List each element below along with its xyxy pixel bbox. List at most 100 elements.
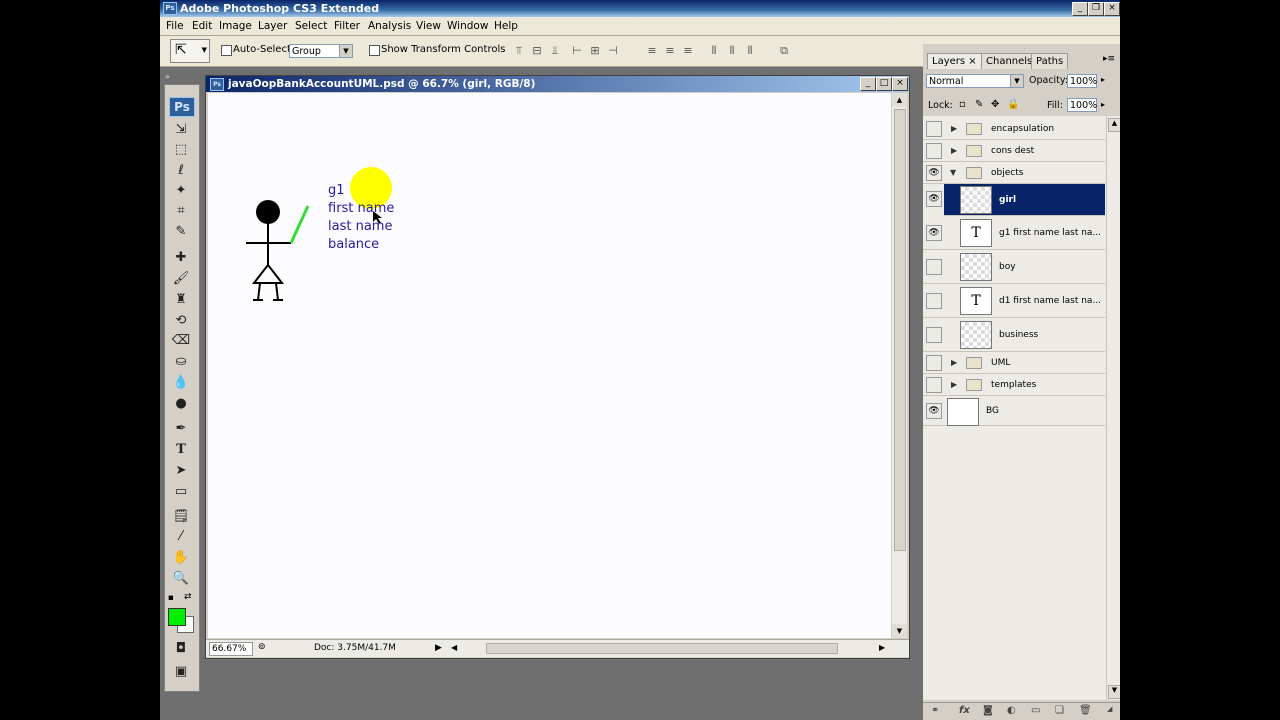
layer-row-encapsulation[interactable]: ▶ encapsulation: [923, 118, 1105, 140]
toolbox-collapse-icon[interactable]: »: [165, 72, 170, 81]
expand-arrow-icon[interactable]: ▶: [951, 146, 957, 155]
blend-mode-dropdown[interactable]: Normal ▼: [926, 74, 1024, 88]
restore-icon[interactable]: ❐: [1088, 2, 1104, 16]
align-left-icon[interactable]: ⊢: [570, 44, 584, 58]
layer-row-bg[interactable]: 👁 BG: [923, 396, 1105, 426]
transform-controls-checkbox[interactable]: [369, 45, 380, 56]
menu-edit[interactable]: Edit: [192, 20, 212, 32]
layer-row-cons-dest[interactable]: ▶ cons dest: [923, 140, 1105, 162]
fill-field[interactable]: 100%: [1067, 98, 1097, 112]
distribute-bottom-icon[interactable]: ≡: [681, 44, 695, 58]
layer-style-icon[interactable]: fx: [959, 705, 970, 716]
new-group-icon[interactable]: ▭: [1031, 705, 1040, 716]
link-layers-icon[interactable]: ⚭: [931, 705, 939, 716]
fill-slider-icon[interactable]: ▸: [1101, 100, 1105, 109]
eye-icon[interactable]: 👁: [926, 225, 942, 241]
notes-tool-icon[interactable]: 🗒: [170, 508, 192, 526]
scroll-up-icon[interactable]: ▲: [1108, 118, 1120, 132]
eyedropper-tool-icon[interactable]: ⁄: [170, 528, 192, 546]
minimize-icon[interactable]: _: [1072, 2, 1088, 16]
layer-row-objects[interactable]: 👁 ▼ objects: [923, 162, 1105, 184]
scroll-right-icon[interactable]: ▶: [879, 643, 885, 652]
menu-help[interactable]: Help: [494, 20, 518, 32]
align-bottom-icon[interactable]: ⫫: [548, 44, 562, 58]
collapse-arrow-icon[interactable]: ▼: [950, 168, 956, 177]
quick-mask-icon[interactable]: ◘: [170, 640, 192, 658]
align-top-icon[interactable]: ⫪: [512, 44, 526, 58]
layer-row-girl[interactable]: girl: [944, 184, 1105, 216]
menu-layer[interactable]: Layer: [258, 20, 287, 32]
zoom-field[interactable]: 66.67%: [209, 642, 253, 656]
visibility-toggle[interactable]: [926, 377, 942, 393]
tab-paths[interactable]: Paths: [1031, 53, 1069, 69]
visibility-toggle[interactable]: [926, 293, 942, 309]
horizontal-scroll-thumb[interactable]: [486, 643, 838, 654]
shape-tool-icon[interactable]: ▭: [170, 483, 192, 501]
adjustment-layer-icon[interactable]: ◐: [1007, 705, 1016, 716]
layer-row-d1-text[interactable]: T d1 first name last na...: [923, 284, 1105, 318]
swap-colors-icon[interactable]: ⇄: [184, 592, 192, 602]
marquee-tool-icon[interactable]: ⬚: [170, 141, 192, 159]
layer-mask-icon[interactable]: ◙: [983, 705, 993, 716]
dodge-tool-icon[interactable]: ●: [170, 395, 192, 413]
hand-tool-icon[interactable]: ✋: [170, 549, 192, 567]
paint-bucket-tool-icon[interactable]: ⛀: [170, 353, 192, 371]
screen-mode-icon[interactable]: ▣: [170, 663, 192, 681]
visibility-toggle[interactable]: [926, 259, 942, 275]
move-tool-icon[interactable]: ⇲: [170, 121, 192, 139]
menu-image[interactable]: Image: [219, 20, 252, 32]
scroll-left-icon[interactable]: ◀: [451, 643, 457, 652]
default-colors-icon[interactable]: ◾: [168, 593, 174, 602]
layer-row-templates[interactable]: ▶ templates: [923, 374, 1105, 396]
auto-align-icon[interactable]: ⧉: [777, 44, 791, 58]
doc-maximize-icon[interactable]: □: [876, 77, 892, 91]
align-vcenter-icon[interactable]: ⊟: [530, 44, 544, 58]
resize-grip-icon[interactable]: ◢: [1107, 705, 1112, 713]
visibility-toggle[interactable]: [926, 327, 942, 343]
history-brush-tool-icon[interactable]: ⟲: [170, 312, 192, 330]
scroll-down-icon[interactable]: ▼: [1108, 685, 1120, 699]
tool-preset-picker[interactable]: ⇱ ▼: [170, 39, 210, 63]
layer-row-business[interactable]: business: [923, 318, 1105, 352]
distribute-top-icon[interactable]: ≡: [645, 44, 659, 58]
expand-arrow-icon[interactable]: ▶: [951, 124, 957, 133]
status-menu-icon[interactable]: ▶: [435, 643, 442, 653]
visibility-toggle[interactable]: [926, 121, 942, 137]
visibility-toggle[interactable]: [926, 355, 942, 371]
lock-all-icon[interactable]: 🔒: [1007, 99, 1019, 110]
brush-tool-icon[interactable]: 🖌: [170, 270, 192, 288]
blur-tool-icon[interactable]: 💧: [170, 374, 192, 392]
doc-minimize-icon[interactable]: _: [860, 77, 876, 91]
panel-menu-icon[interactable]: ▸≡: [1103, 54, 1115, 64]
auto-select-dropdown[interactable]: Group ▼: [289, 44, 353, 58]
lock-position-icon[interactable]: ✥: [991, 99, 999, 110]
path-selection-tool-icon[interactable]: ➤: [170, 462, 192, 480]
layer-row-uml[interactable]: ▶ UML: [923, 352, 1105, 374]
pen-tool-icon[interactable]: ✒: [170, 420, 192, 438]
tab-channels[interactable]: Channels: [981, 53, 1038, 69]
type-tool-icon[interactable]: T: [170, 441, 192, 459]
align-right-icon[interactable]: ⊣: [606, 44, 620, 58]
menu-view[interactable]: View: [416, 20, 441, 32]
menu-select[interactable]: Select: [295, 20, 327, 32]
scroll-down-icon[interactable]: ▼: [892, 624, 907, 638]
slice-tool-icon[interactable]: ✎: [170, 223, 192, 241]
magic-wand-tool-icon[interactable]: ✦: [170, 182, 192, 200]
opacity-slider-icon[interactable]: ▸: [1101, 75, 1105, 84]
canvas[interactable]: g1 first name last name balance: [208, 93, 891, 638]
lock-image-icon[interactable]: ✎: [975, 99, 983, 110]
menu-filter[interactable]: Filter: [334, 20, 360, 32]
doc-close-icon[interactable]: ×: [892, 77, 908, 91]
layer-row-g1-text[interactable]: 👁 T g1 first name last na...: [923, 216, 1105, 250]
layers-scrollbar[interactable]: ▲ ▼: [1106, 116, 1120, 700]
clone-stamp-tool-icon[interactable]: ♜: [170, 291, 192, 309]
vertical-scrollbar[interactable]: ▲ ▼: [892, 93, 907, 638]
foreground-color-swatch[interactable]: [168, 608, 186, 626]
menu-window[interactable]: Window: [447, 20, 488, 32]
expand-arrow-icon[interactable]: ▶: [951, 358, 957, 367]
crop-tool-icon[interactable]: ⌗: [170, 202, 192, 220]
eye-icon[interactable]: 👁: [926, 165, 942, 181]
delete-layer-icon[interactable]: 🗑: [1079, 705, 1092, 716]
align-hcenter-icon[interactable]: ⊞: [588, 44, 602, 58]
eye-icon[interactable]: 👁: [926, 403, 942, 419]
